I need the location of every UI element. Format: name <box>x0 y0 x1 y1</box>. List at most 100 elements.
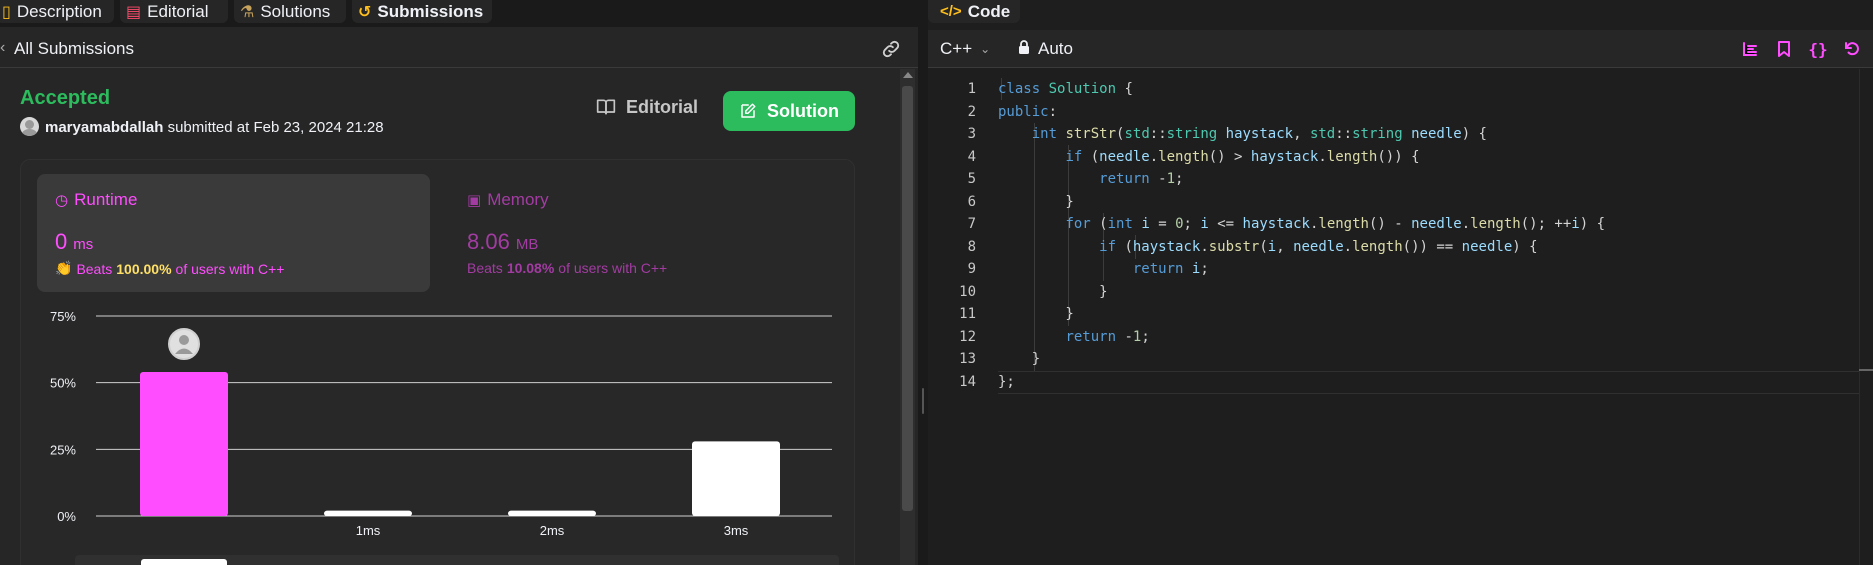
tab-editorial[interactable]: ▤ Editorial <box>120 0 228 23</box>
code-token: length <box>1326 148 1378 165</box>
tab-code[interactable]: </> Code <box>928 0 1021 23</box>
memory-beats: Beats 10.08% of users with C++ <box>467 260 667 276</box>
tab-label: Submissions <box>377 1 484 21</box>
editor-scroll-marker <box>1859 369 1873 371</box>
auto-mode-toggle[interactable]: Auto <box>1018 39 1073 59</box>
code-line: }; <box>998 371 1605 394</box>
beats-value: 100.00% <box>116 260 172 277</box>
distribution-strip-bar <box>141 559 227 565</box>
code-token: . <box>1343 238 1353 255</box>
link-icon[interactable] <box>880 38 902 65</box>
scroll-up-arrow[interactable] <box>903 72 913 78</box>
code-token: needle <box>1099 148 1150 165</box>
tab-label: Description <box>16 1 102 21</box>
line-number: 12 <box>959 328 976 345</box>
braces-icon[interactable]: {} <box>1807 38 1829 60</box>
tab-label: Editorial <box>147 1 209 21</box>
code-token: ( <box>1116 238 1133 255</box>
line-number: 6 <box>967 193 976 210</box>
code-token: ( <box>1082 148 1100 165</box>
code-line: } <box>998 348 1605 371</box>
right-pane: </> Code C++ ⌄ Auto {} 1 2 3 4 5 6 7 8 9… <box>928 0 1873 565</box>
submitted-by: maryamabdallah submitted at Feb 23, 2024… <box>45 119 384 136</box>
code-token: } <box>998 193 1074 210</box>
submissions-header: ‹ All Submissions <box>0 30 918 68</box>
code-token: :: <box>1335 126 1353 142</box>
code-token: length <box>1318 216 1369 232</box>
chart-bar <box>692 441 780 516</box>
code-editor[interactable]: 1 2 3 4 5 6 7 8 9 10 11 12 13 14 class Solution {publ… <box>928 69 1873 565</box>
runtime-value: 0 ms <box>55 229 93 255</box>
beats-suffix: of users with C++ <box>175 260 285 277</box>
code-token: } <box>998 306 1074 322</box>
username[interactable]: maryamabdallah <box>45 119 163 136</box>
memory-stat[interactable]: ▣ Memory 8.06 MB Beats 10.08% of users wi… <box>449 174 842 292</box>
code-token: i <box>1141 216 1150 232</box>
line-number: 4 <box>967 148 976 165</box>
code-token: , <box>1276 238 1294 255</box>
chevron-down-icon: ⌄ <box>980 42 991 56</box>
format-icon[interactable] <box>1739 38 1761 60</box>
y-tick-label: 25% <box>50 442 76 457</box>
code-token: . <box>1200 238 1209 255</box>
code-token: . <box>1149 148 1159 165</box>
beats-value: 10.08% <box>506 260 555 276</box>
memory-unit: MB <box>515 236 539 253</box>
code-token: ; <box>1183 216 1201 232</box>
code-token: :: <box>1149 126 1167 142</box>
memory-value: 8.06 MB <box>467 229 538 255</box>
code-token: = <box>1149 216 1176 232</box>
code-line: return i; <box>998 258 1605 281</box>
editor-scrollbar[interactable] <box>1859 69 1873 565</box>
editorial-button[interactable]: Editorial <box>596 90 698 124</box>
all-submissions-link[interactable]: All Submissions <box>14 39 134 59</box>
pane-divider[interactable] <box>918 0 928 565</box>
chart-bar <box>324 510 412 516</box>
line-number: 1 <box>967 81 976 97</box>
code-token: ()) { <box>1377 148 1420 165</box>
code-token: length <box>1352 238 1403 255</box>
code-token: ()) == <box>1402 238 1462 255</box>
code-token: for <box>1065 216 1091 232</box>
tab-solutions[interactable]: ⚗ Solutions <box>234 0 346 23</box>
code-token: 0 <box>1175 216 1184 232</box>
code-lines: class Solution {public: int strStr(std::… <box>998 78 1605 393</box>
beats-suffix: of users with C++ <box>558 260 668 276</box>
code-token: length <box>1470 216 1521 232</box>
runtime-chart: 0% 25% 50% 75% 1ms 2ms 3ms <box>0 300 900 550</box>
clock-icon: ◷ <box>55 192 69 209</box>
line-number: 5 <box>967 171 976 187</box>
chart-bar <box>140 372 228 516</box>
tab-submissions[interactable]: ↺ Submissions <box>352 0 492 23</box>
avatar[interactable] <box>20 117 39 136</box>
reset-icon[interactable] <box>1841 38 1863 60</box>
bookmark-icon[interactable] <box>1773 38 1795 60</box>
code-token: ) { <box>1512 238 1538 255</box>
language-select[interactable]: C++ ⌄ <box>940 39 990 59</box>
code-token: return <box>1132 261 1184 277</box>
pane-divider-grip[interactable] <box>922 388 924 414</box>
tab-description[interactable]: ▯ Description <box>0 0 114 23</box>
code-token: int <box>1107 216 1133 232</box>
runtime-chart-svg: 0% 25% 50% 75% 1ms 2ms 3ms <box>50 309 832 538</box>
memory-number: 8.06 <box>467 229 510 254</box>
code-token: needle <box>1293 238 1344 255</box>
left-scroll-thumb[interactable] <box>902 86 913 511</box>
code-line: } <box>998 191 1605 214</box>
status-badge: Accepted <box>20 87 111 109</box>
runtime-stat[interactable]: ◷ Runtime 0 ms 👏 Beats 100.00% of users w… <box>37 174 430 292</box>
solution-button[interactable]: Solution <box>723 91 855 131</box>
code-token: () > <box>1208 148 1251 165</box>
code-token: }; <box>998 373 1015 390</box>
code-token: std <box>1309 126 1336 142</box>
runtime-label: ◷ Runtime <box>55 190 137 210</box>
code-token: () - <box>1368 216 1412 232</box>
chevron-left-icon[interactable]: ‹ <box>0 39 5 57</box>
x-tick-label: 3ms <box>724 523 749 538</box>
mode-value: Auto <box>1038 39 1073 58</box>
code-line: if (needle.length() > haystack.length())… <box>998 146 1605 169</box>
